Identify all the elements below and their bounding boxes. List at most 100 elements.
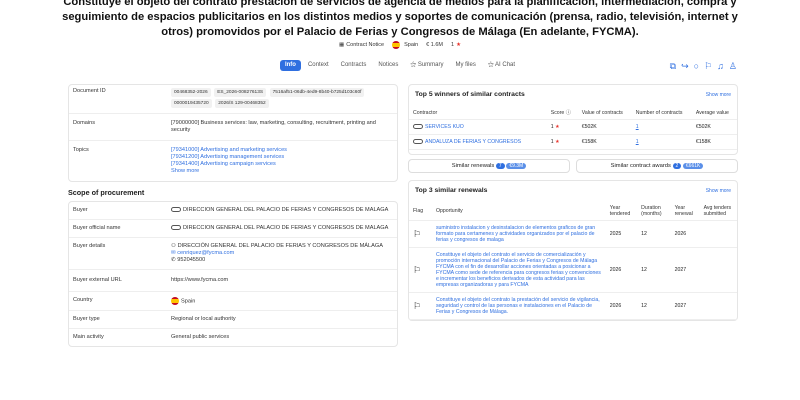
awards-count-badge: 2 <box>672 163 682 169</box>
column-header: Duration (months) <box>637 202 671 221</box>
topic-link[interactable]: [79341200] Advertising management servic… <box>171 154 393 161</box>
topics-row: Topics [79341000] Advertising and market… <box>69 141 397 181</box>
notice-meta: ▦ Contract Notice Spain € 1.6M 1 ★ <box>0 41 800 49</box>
similar-pills: Similar renewals 7 €9.3M Similar contrac… <box>408 159 738 173</box>
column-header: Value of contracts <box>577 106 632 120</box>
renewals-title: Top 3 similar renewals <box>415 187 488 194</box>
organization-icon <box>413 139 423 145</box>
similar-renewals-button[interactable]: Similar renewals 7 €9.3M <box>408 159 570 173</box>
show-more-link[interactable]: Show more <box>171 168 393 175</box>
flag-icon[interactable]: ⚐ <box>413 229 421 239</box>
score-chip: 1 ★ <box>451 42 461 48</box>
document-card: Document ID 00468352-2026 ES_2026-008276… <box>68 84 398 182</box>
value-chip: € 1.6M <box>426 42 443 48</box>
renewals-count-badge: 7 <box>495 163 505 169</box>
table-row: ANDALUZA DE FERIAS Y CONGRESOS 1 ★ €158K… <box>409 134 737 150</box>
renewals-amount-badge: €9.3M <box>506 163 527 169</box>
column-header: Opportunity <box>431 202 606 221</box>
tab-context[interactable]: Context <box>303 60 334 71</box>
opportunity-link[interactable]: Constituye el objeto del contrato la pre… <box>431 292 606 320</box>
info-icon: ⓘ <box>565 110 571 116</box>
left-column: Document ID 00468352-2026 ES_2026-008276… <box>68 84 398 348</box>
contractor-link[interactable]: SERVICES KUO <box>425 124 464 130</box>
column-header: Year renewal <box>670 202 700 221</box>
tab-summary[interactable]: ⚝ Summary <box>405 60 448 71</box>
tab-my-files[interactable]: My files <box>451 60 481 71</box>
buyer-url-row: Buyer external URL https://www.fycma.com <box>69 270 397 292</box>
scope-heading: Scope of procurement <box>68 188 145 197</box>
awards-amount-badge: €661K <box>682 163 704 169</box>
share-icon[interactable]: ↪ <box>681 61 689 72</box>
opportunity-link[interactable]: Constituye el objeto del contrato el ser… <box>431 247 606 293</box>
buyer-link[interactable]: DIRECCION GENERAL DEL PALACIO DE FERIAS … <box>183 207 388 213</box>
action-bar: ⧉ ↪ ○ ⚐ ♫ ♙ <box>670 61 737 72</box>
spain-flag-icon <box>171 297 179 305</box>
winners-card: Top 5 winners of similar contracts Show … <box>408 84 738 155</box>
tab-info[interactable]: Info <box>279 60 301 71</box>
flag-icon[interactable]: ⚐ <box>704 61 712 72</box>
tab-contracts[interactable]: Contracts <box>336 60 372 71</box>
table-row: ⚐ Constituye el objeto del contrato la p… <box>409 292 737 320</box>
renewals-card: Top 3 similar renewals Show more Flag Op… <box>408 180 738 321</box>
star-icon: ★ <box>555 139 560 145</box>
country-chip: Spain <box>392 41 418 49</box>
column-header: Score ⓘ <box>546 106 578 120</box>
country-row: Country Spain <box>69 292 397 312</box>
winners-title: Top 5 winners of similar contracts <box>415 91 525 98</box>
star-icon: ★ <box>456 42 461 48</box>
winners-table: Contractor Score ⓘ Value of contracts Nu… <box>409 106 737 150</box>
organization-icon <box>413 124 423 130</box>
tab-ai-chat[interactable]: ⚝ AI Chat <box>483 60 520 71</box>
tab-notices[interactable]: Notices <box>373 60 403 71</box>
table-row: ⚐ Constituye el objeto del contrato el s… <box>409 247 737 293</box>
notice-type-chip: ▦ Contract Notice <box>338 42 385 48</box>
contract-count-link[interactable]: 1 <box>631 134 692 150</box>
user-add-icon[interactable]: ♙ <box>729 61 737 72</box>
topic-link[interactable]: [79341400] Advertising campaign services <box>171 161 393 168</box>
contract-count-link[interactable]: 1 <box>631 119 692 135</box>
buyer-row: Buyer DIRECCION GENERAL DEL PALACIO DE F… <box>69 202 397 220</box>
organization-icon <box>171 225 181 231</box>
column-header: Flag <box>409 202 432 221</box>
buyer-url-link[interactable]: https://www.fycma.com <box>171 277 393 284</box>
document-id-pill: 2026/S 129-00468352 <box>215 99 269 108</box>
renewals-show-more[interactable]: Show more <box>706 188 731 194</box>
main-activity-row: Main activity General public services <box>73 334 230 341</box>
document-id-pill: 7516af51-06db-4ed9-8b40-b725d103c60f <box>269 88 365 97</box>
column-header: Avg tenders submitted <box>699 202 737 221</box>
topic-link[interactable]: [79341000] Advertising and marketing ser… <box>171 147 393 154</box>
external-link-icon[interactable]: ⧉ <box>670 61 676 72</box>
column-header: Average value <box>691 106 737 120</box>
flag-icon[interactable]: ⚐ <box>413 301 421 311</box>
bell-icon[interactable]: ♫ <box>717 61 724 72</box>
domain-link[interactable]: [79000000] Business services: law, marke… <box>171 120 393 134</box>
similar-awards-button[interactable]: Similar contract awards 2 €661K <box>576 159 738 173</box>
column-header: Contractor <box>409 106 547 120</box>
buyer-official-link[interactable]: DIRECCION GENERAL DEL PALACIO DE FERIAS … <box>183 225 388 231</box>
renewals-table: Flag Opportunity Year tendered Duration … <box>409 202 737 320</box>
table-row: ⚐ suministro instalacion y desinstalacio… <box>409 220 737 248</box>
document-id-pill: ES_2026-00827613S <box>214 88 267 97</box>
star-icon: ★ <box>555 124 560 130</box>
document-id-pill: 00468352-2026 <box>171 88 211 97</box>
opportunity-link[interactable]: suministro instalacion y desinstalacion … <box>431 220 606 248</box>
spain-flag-icon <box>392 41 401 49</box>
domains-row: Domains [79000000] Business services: la… <box>69 114 397 141</box>
buyer-type-row: Buyer type Regional or local authority <box>69 311 397 330</box>
scope-card: Buyer DIRECCION GENERAL DEL PALACIO DE F… <box>68 201 398 348</box>
page-title: Constituye el objeto del contrato presta… <box>62 0 738 38</box>
document-id-row: Document ID 00468352-2026 ES_2026-008276… <box>69 85 397 114</box>
organization-icon <box>171 207 181 213</box>
column-header: Number of contracts <box>631 106 692 120</box>
winners-show-more[interactable]: Show more <box>706 92 731 98</box>
buyer-official-row: Buyer official name DIRECCION GENERAL DE… <box>69 220 397 238</box>
column-header: Year tendered <box>605 202 638 221</box>
contractor-link[interactable]: ANDALUZA DE FERIAS Y CONGRESOS <box>425 139 521 145</box>
document-icon: ▦ <box>338 42 345 48</box>
buyer-details-row: Buyer details ⚇ DIRECCIÓN GENERAL DEL PA… <box>69 238 397 270</box>
right-column: Top 5 winners of similar contracts Show … <box>408 84 738 321</box>
flag-icon[interactable]: ⚐ <box>413 265 421 275</box>
comment-icon[interactable]: ○ <box>694 61 699 72</box>
person-icon: ⚇ <box>171 243 178 249</box>
email-link[interactable]: cenriquez@fycma.com <box>177 250 234 256</box>
